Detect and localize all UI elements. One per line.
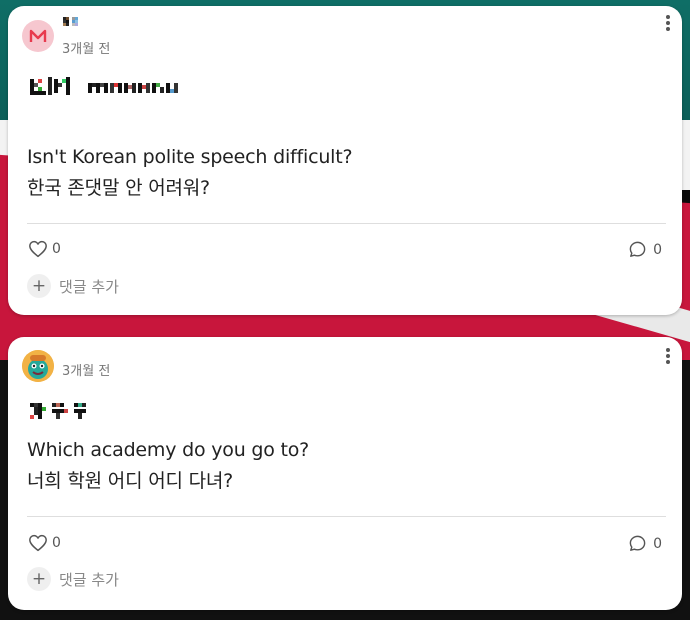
username-redacted xyxy=(63,15,95,31)
heart-icon xyxy=(29,534,47,552)
like-count: 0 xyxy=(52,241,61,257)
avatar[interactable] xyxy=(22,20,54,52)
post-card: 3개월 전 Which academy do you go to? 너희 학원 … xyxy=(8,337,682,610)
more-vertical-icon[interactable] xyxy=(664,13,672,33)
comment-bubble-icon xyxy=(629,535,646,551)
post-body-line-korean: 너희 학원 어디 어디 다녀? xyxy=(27,470,234,492)
post-card: 3개월 전 Isn't Korean polite speech difficu… xyxy=(8,6,682,315)
post-time: 3개월 전 xyxy=(62,42,111,57)
plus-icon: + xyxy=(27,274,51,298)
plus-icon: + xyxy=(27,567,51,591)
divider xyxy=(27,223,666,224)
comment-count: 0 xyxy=(653,241,662,258)
add-comment-button[interactable]: + 댓글 추가 xyxy=(27,274,119,298)
divider xyxy=(27,516,666,517)
post-body-line-english: Which academy do you go to? xyxy=(27,439,310,461)
comment-bubble-icon xyxy=(629,241,646,257)
post-title-redacted xyxy=(30,73,190,103)
like-button[interactable]: 0 xyxy=(28,240,61,258)
avatar[interactable] xyxy=(22,350,54,382)
add-comment-label: 댓글 추가 xyxy=(59,277,119,296)
post-body-line-english: Isn't Korean polite speech difficult? xyxy=(27,146,353,168)
more-vertical-icon[interactable] xyxy=(664,346,672,366)
post-body: Which academy do you go to? 너희 학원 어디 어디 … xyxy=(27,435,309,497)
post-title-redacted xyxy=(30,399,110,427)
post-time: 3개월 전 xyxy=(62,364,111,379)
add-comment-button[interactable]: + 댓글 추가 xyxy=(27,567,119,591)
comment-button[interactable]: 0 xyxy=(628,534,662,553)
like-button[interactable]: 0 xyxy=(28,534,61,552)
comment-count: 0 xyxy=(653,535,662,552)
post-body: Isn't Korean polite speech difficult? 한국… xyxy=(27,142,353,204)
post-body-line-korean: 한국 존댓말 안 어려워? xyxy=(27,177,210,199)
avatar-logo-icon xyxy=(29,29,47,42)
comment-button[interactable]: 0 xyxy=(628,240,662,259)
like-count: 0 xyxy=(52,535,61,551)
avatar-character-icon xyxy=(22,350,54,382)
add-comment-label: 댓글 추가 xyxy=(59,570,119,589)
heart-icon xyxy=(29,240,47,258)
